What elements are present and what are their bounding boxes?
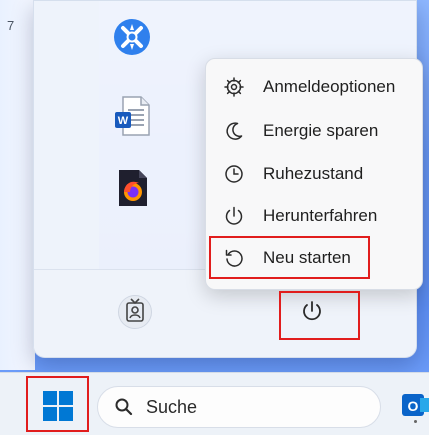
menu-item-anmeldeoptionen[interactable]: Anmeldeoptionen [206, 67, 422, 107]
moon-icon [223, 120, 245, 142]
pinned-app-x[interactable] [110, 17, 154, 61]
menu-item-label: Ruhezustand [263, 164, 364, 183]
menu-item-energie-sparen[interactable]: Energie sparen [206, 111, 422, 151]
menu-item-neu-starten[interactable]: Neu starten [206, 238, 422, 278]
menu-item-ruhezustand[interactable]: Ruhezustand [206, 154, 422, 194]
pinned-app-firefox-file[interactable] [110, 168, 154, 212]
start-menu-app-column [34, 1, 99, 269]
firefox-file-icon [115, 168, 149, 213]
taskbar-app-outlook[interactable]: O [402, 390, 429, 425]
taskbar-search-box[interactable]: Suche [97, 386, 381, 428]
desktop-screen: 7 W Anmeldeoptionen Energie sparen Ruhez… [0, 0, 429, 435]
outlook-icon: O [402, 394, 429, 425]
power-icon [301, 300, 323, 327]
menu-item-herunterfahren[interactable]: Herunterfahren [206, 196, 422, 236]
start-button[interactable] [42, 390, 74, 422]
search-icon [113, 396, 135, 418]
pinned-app-word-document[interactable]: W [110, 95, 154, 142]
restart-icon [223, 247, 245, 269]
clock-icon [223, 163, 245, 185]
power-button[interactable] [299, 300, 325, 326]
word-document-icon: W [113, 95, 151, 142]
menu-item-label: Anmeldeoptionen [263, 77, 396, 96]
desktop-background-left: 7 [0, 0, 35, 370]
user-account-button[interactable] [118, 295, 152, 329]
svg-text:W: W [118, 115, 129, 127]
power-context-menu: Anmeldeoptionen Energie sparen Ruhezusta… [205, 58, 423, 290]
menu-item-label: Neu starten [263, 248, 351, 267]
svg-text:O: O [408, 398, 419, 414]
power-icon [223, 205, 245, 227]
search-placeholder: Suche [146, 396, 198, 417]
user-badge-icon [125, 297, 145, 327]
windows-logo-icon [42, 391, 74, 426]
app-x-icon [113, 18, 151, 61]
gear-icon [223, 76, 245, 98]
menu-item-label: Herunterfahren [263, 206, 378, 225]
menu-item-label: Energie sparen [263, 121, 379, 140]
corner-text: 7 [7, 18, 14, 33]
